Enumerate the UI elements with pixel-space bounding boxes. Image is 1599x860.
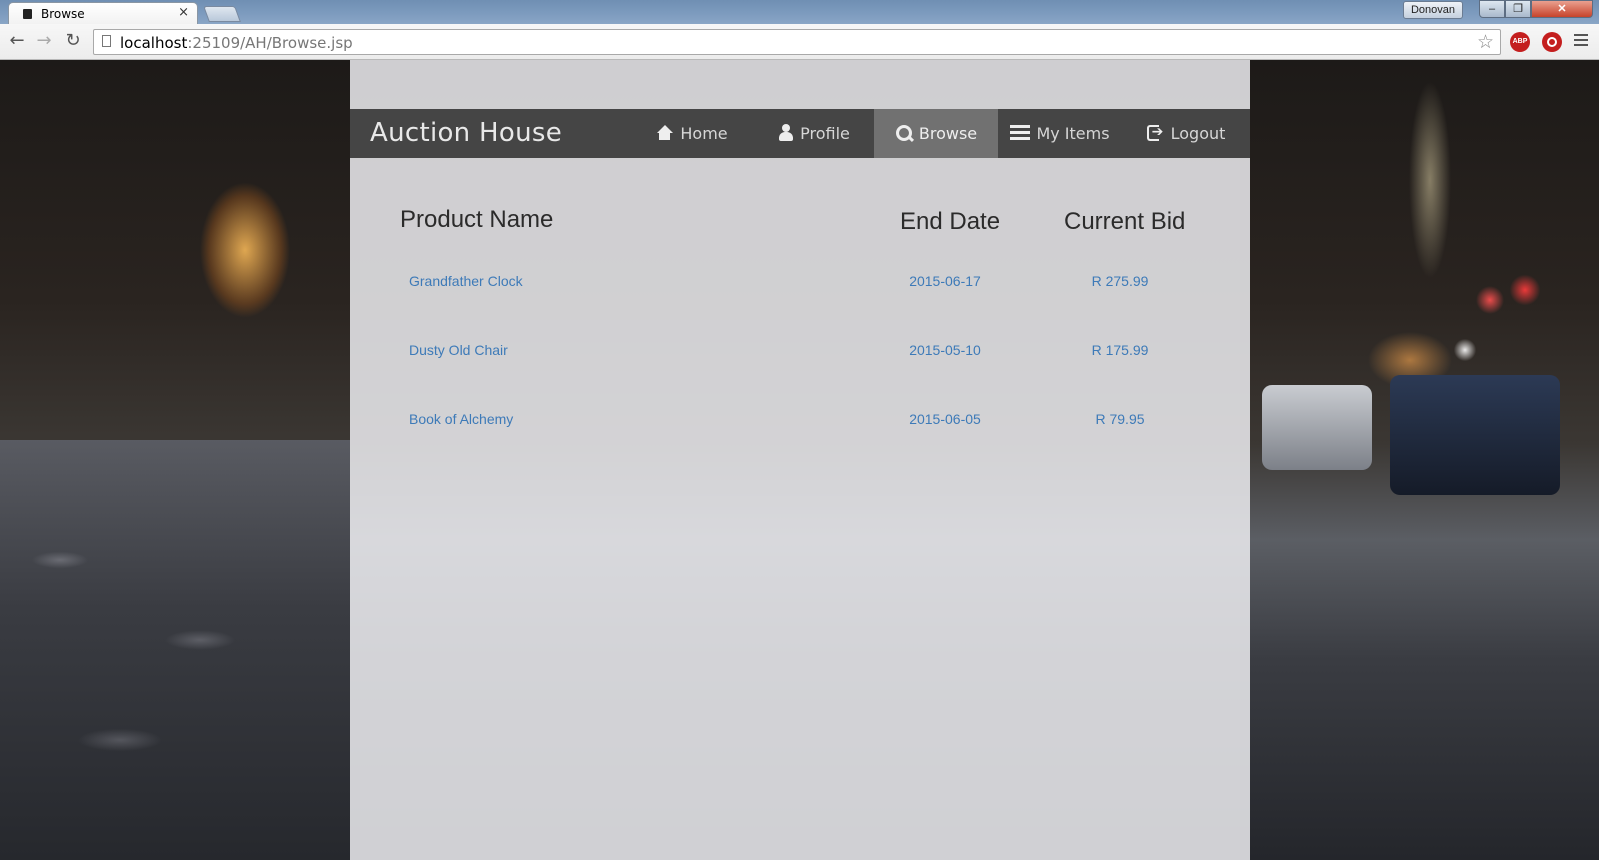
menu-icon[interactable] — [1574, 34, 1588, 48]
nav-home[interactable]: Home — [630, 109, 754, 158]
tab-close-icon[interactable]: × — [178, 5, 189, 20]
new-tab-button[interactable] — [203, 6, 241, 22]
close-window-button[interactable]: ✕ — [1531, 0, 1593, 18]
page-icon — [102, 35, 111, 47]
user-icon — [778, 124, 794, 141]
site-navbar: Auction House Home Profile Browse My Ite… — [350, 108, 1250, 158]
back-arrow-icon[interactable]: ← — [6, 30, 28, 52]
logout-icon — [1146, 108, 1165, 157]
nav-browse[interactable]: Browse — [874, 109, 998, 158]
content-panel: Auction House Home Profile Browse My Ite… — [350, 60, 1250, 860]
power-icon[interactable] — [1542, 32, 1562, 52]
end-date-link[interactable]: 2015-06-17 — [909, 273, 981, 289]
address-bar[interactable]: localhost:25109/AH/Browse.jsp ☆ — [93, 29, 1501, 55]
home-icon — [656, 125, 674, 140]
background-car — [1262, 385, 1372, 470]
url-text[interactable]: localhost:25109/AH/Browse.jsp — [120, 34, 353, 52]
product-link[interactable]: Book of Alchemy — [409, 411, 513, 427]
header-product-name: Product Name — [400, 206, 554, 233]
end-date-link[interactable]: 2015-05-10 — [909, 342, 981, 358]
brand-logo[interactable]: Auction House — [370, 118, 562, 148]
forward-arrow-icon[interactable]: → — [33, 30, 55, 52]
current-bid-link[interactable]: R 79.95 — [1095, 411, 1144, 427]
page-viewport: Auction House Home Profile Browse My Ite… — [0, 60, 1599, 860]
browser-toolbar: ← → ↻ localhost:25109/AH/Browse.jsp ☆ AB… — [0, 24, 1599, 60]
header-current-bid: Current Bid — [1064, 208, 1186, 235]
background-car — [1390, 375, 1560, 495]
reload-icon[interactable]: ↻ — [62, 30, 84, 52]
profile-user-badge[interactable]: Donovan — [1402, 1, 1463, 19]
window-titlebar: Browse × Donovan – ❐ ✕ — [0, 0, 1599, 24]
nav-profile[interactable]: Profile — [754, 109, 874, 158]
adblock-icon[interactable]: ABP — [1510, 32, 1530, 52]
minimize-button[interactable]: – — [1479, 0, 1505, 18]
tab-title: Browse — [41, 7, 85, 21]
current-bid-link[interactable]: R 275.99 — [1092, 273, 1149, 289]
background-street — [0, 440, 350, 860]
list-icon — [1010, 125, 1031, 141]
maximize-button[interactable]: ❐ — [1505, 0, 1531, 18]
nav-my-items[interactable]: My Items — [998, 109, 1122, 158]
browser-tab[interactable]: Browse × — [8, 2, 198, 24]
tab-page-icon — [23, 9, 32, 19]
search-icon — [895, 124, 913, 142]
header-end-date: End Date — [900, 208, 1001, 235]
end-date-link[interactable]: 2015-06-05 — [909, 411, 981, 427]
star-icon[interactable]: ☆ — [1477, 31, 1494, 53]
current-bid-link[interactable]: R 175.99 — [1092, 342, 1149, 358]
product-link[interactable]: Grandfather Clock — [409, 273, 523, 289]
product-link[interactable]: Dusty Old Chair — [409, 342, 508, 358]
nav-logout[interactable]: Logout — [1122, 108, 1250, 158]
